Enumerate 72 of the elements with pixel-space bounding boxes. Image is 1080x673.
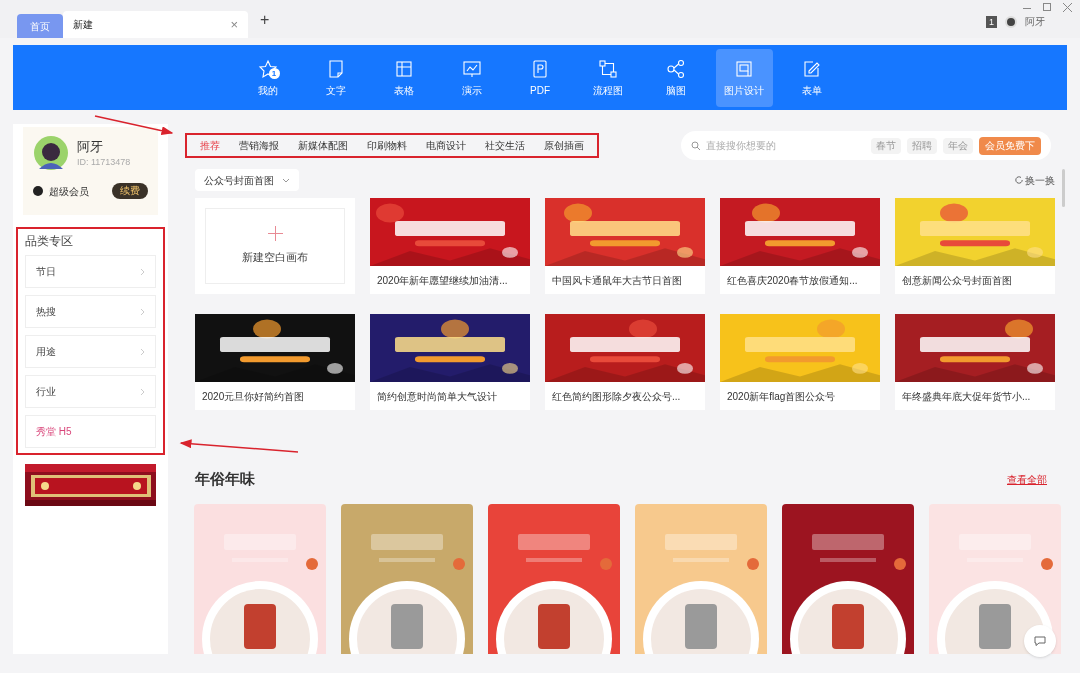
member-icon — [33, 186, 43, 196]
member-label: 超级会员 — [49, 184, 89, 199]
close-tab-icon[interactable]: × — [230, 14, 238, 35]
star-icon — [257, 57, 279, 80]
category-tab[interactable]: 原创插画 — [535, 138, 593, 153]
nav-item[interactable]: 脑图 — [647, 48, 705, 107]
chevron-icon — [140, 387, 145, 396]
filter-dropdown[interactable]: 公众号封面首图 — [195, 169, 299, 191]
chat-icon — [1034, 636, 1046, 646]
card-title: 中国风卡通鼠年大吉节日首图 — [551, 274, 683, 288]
category-item[interactable]: 秀堂 H5 — [25, 415, 156, 448]
user-name: 阿牙 — [77, 137, 104, 156]
refresh-icon — [1015, 176, 1023, 184]
nav-item[interactable]: 1 我的 — [239, 48, 297, 107]
template-card[interactable]: 简约创意时尚简单大气设计 — [370, 314, 530, 410]
card-title: 2020元旦你好简约首图 — [201, 390, 306, 404]
card-title: 简约创意时尚简单大气设计 — [376, 390, 498, 404]
user-name[interactable]: 阿牙 — [1025, 14, 1045, 29]
view-all-link[interactable]: 查看全部 — [1007, 471, 1047, 487]
refresh-link[interactable]: 换一换 — [1025, 172, 1055, 188]
template-card[interactable]: 创意新闻公众号封面首图 — [895, 198, 1055, 294]
maximize-icon[interactable] — [1043, 3, 1051, 11]
category-item[interactable]: 节日 — [25, 255, 156, 288]
section-title: 品类专区 — [25, 233, 74, 250]
template-card[interactable]: 红色喜庆2020春节放假通知... — [720, 198, 880, 294]
template-card[interactable]: 2020年新年愿望继续加油清... — [370, 198, 530, 294]
section-title: 年俗年味 — [195, 469, 255, 489]
chevron-icon — [140, 347, 145, 356]
card-title: 2020新年flag首图公众号 — [726, 390, 837, 404]
plus-icon — [267, 226, 283, 242]
category-tab[interactable]: 推荐 — [191, 138, 229, 153]
category-item[interactable]: 用途 — [25, 335, 156, 368]
nav-item[interactable]: 表单 — [783, 48, 841, 107]
category-tab[interactable]: 社交生活 — [476, 138, 534, 153]
avatar-icon — [33, 135, 69, 171]
card-title: 红色喜庆2020春节放假通知... — [726, 274, 859, 288]
category-tab[interactable]: 印刷物料 — [358, 138, 416, 153]
card-title: 2020年新年愿望继续加油清... — [376, 274, 509, 288]
search-icon — [691, 141, 700, 150]
card-title: 红色简约图形除夕夜公众号... — [551, 390, 682, 404]
nav-item[interactable]: PDF — [511, 48, 569, 107]
category-tab[interactable]: 新媒体配图 — [289, 138, 357, 153]
chevron-icon — [140, 307, 145, 316]
browser-tab[interactable]: 新建 × — [63, 11, 248, 38]
category-item[interactable]: 热搜 — [25, 295, 156, 328]
template-card[interactable]: 2020新年flag首图公众号 — [720, 314, 880, 410]
nav-item[interactable]: 流程图 — [579, 48, 637, 107]
category-tab[interactable]: 电商设计 — [417, 138, 475, 153]
new-tab-button[interactable]: + — [260, 8, 270, 32]
category-item[interactable]: 行业 — [25, 375, 156, 408]
card-title: 新建空白画布 — [242, 250, 308, 266]
card-title: 创意新闻公众号封面首图 — [901, 274, 1013, 288]
notification-badge[interactable]: 1 — [986, 15, 997, 28]
template-card[interactable]: 2020元旦你好简约首图 — [195, 314, 355, 410]
renew-button[interactable]: 续费 — [112, 183, 148, 199]
template-card[interactable]: 红色简约图形除夕夜公众号... — [545, 314, 705, 410]
card-title: 年终盛典年底大促年货节小... — [901, 390, 1032, 404]
template-card[interactable]: 中国风卡通鼠年大吉节日首图 — [545, 198, 705, 294]
user-id: ID: 11713478 — [77, 156, 131, 169]
flowchart-icon — [597, 57, 619, 80]
template-card[interactable]: 年终盛典年底大促年货节小... — [895, 314, 1055, 410]
nav-item[interactable]: 演示 — [443, 48, 501, 107]
new-canvas-card[interactable]: 新建空白画布 — [195, 198, 355, 294]
chevron-icon — [282, 177, 290, 183]
category-tab[interactable]: 营销海报 — [230, 138, 288, 153]
close-icon[interactable] — [1063, 3, 1072, 12]
chevron-icon — [140, 267, 145, 276]
count-badge: 1 — [268, 67, 280, 79]
avatar-icon[interactable] — [1005, 15, 1017, 28]
nav-item[interactable]: 表格 — [375, 48, 433, 107]
mind-map-icon — [665, 57, 687, 80]
nav-item[interactable]: 文字 — [307, 48, 365, 107]
